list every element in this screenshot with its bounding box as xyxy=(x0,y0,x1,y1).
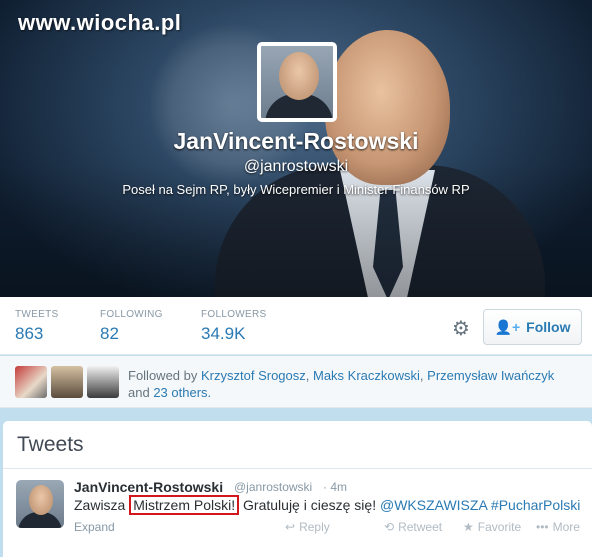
gear-icon[interactable]: ⚙ xyxy=(451,319,471,339)
tweet-author[interactable]: JanVincent-Rostowski xyxy=(74,479,223,495)
expand-link[interactable]: Expand xyxy=(74,520,115,534)
retweet-button[interactable]: ⟲ Retweet xyxy=(384,520,442,534)
tweet-time[interactable]: · 4m xyxy=(323,480,347,494)
reply-icon: ↩ xyxy=(285,520,296,534)
star-icon: ★ xyxy=(463,520,474,534)
tweet-hashtag-link[interactable]: #PucharPolski xyxy=(491,497,581,513)
stat-followers[interactable]: FOLLOWERS 34.9K xyxy=(201,309,267,344)
follower-avatar[interactable] xyxy=(51,366,83,398)
stat-value: 863 xyxy=(15,324,44,343)
follower-avatar[interactable] xyxy=(15,366,47,398)
tweet-avatar[interactable] xyxy=(16,480,64,528)
profile-header: www.wiocha.pl JanVincent-Rostowski @janr… xyxy=(0,0,592,297)
follower-link[interactable]: Krzysztof Srogosz xyxy=(201,368,306,383)
tweets-panel: Tweets JanVincent-Rostowski @janrostowsk… xyxy=(3,421,592,557)
watermark: www.wiocha.pl xyxy=(18,10,182,35)
reply-button[interactable]: ↩ Reply xyxy=(285,520,330,534)
profile-bio: Poseł na Sejm RP, były Wicepremier i Min… xyxy=(122,182,470,197)
add-user-icon: 👤+ xyxy=(494,318,521,335)
stat-label: FOLLOWERS xyxy=(201,309,267,320)
stat-label: TWEETS xyxy=(15,309,59,320)
follower-avatar[interactable] xyxy=(87,366,119,398)
follower-link[interactable]: Maks Kraczkowski xyxy=(313,368,420,383)
follower-link[interactable]: Przemysław Iwańczyk xyxy=(427,368,554,383)
profile-name: JanVincent-Rostowski xyxy=(173,128,419,154)
profile-handle: @janrostowski xyxy=(243,158,349,175)
followed-by-bar: Followed by Krzysztof Srogosz, Maks Krac… xyxy=(0,356,592,408)
stat-label: FOLLOWING xyxy=(100,309,163,320)
followers-others-link[interactable]: 23 others. xyxy=(153,385,211,400)
profile-avatar[interactable] xyxy=(257,42,337,122)
more-button[interactable]: ••• More xyxy=(536,520,580,534)
retweet-icon: ⟲ xyxy=(384,520,395,534)
tweets-heading: Tweets xyxy=(17,433,84,456)
tweet-text: Zawisza Mistrzem Polski! Gratuluję i cie… xyxy=(74,495,581,515)
stat-tweets[interactable]: TWEETS 863 xyxy=(15,309,58,344)
stat-following[interactable]: FOLLOWING 82 xyxy=(100,309,163,344)
more-icon: ••• xyxy=(536,520,549,534)
favorite-button[interactable]: ★ Favorite xyxy=(463,520,521,534)
followed-by-text: Followed by Krzysztof Srogosz, Maks Krac… xyxy=(128,368,555,400)
highlighted-phrase: Mistrzem Polski! xyxy=(129,495,240,515)
follow-button-label: Follow xyxy=(526,319,571,335)
tweet-mention-link[interactable]: @WKSZAWISZA xyxy=(380,497,487,513)
stat-value: 34.9K xyxy=(201,324,246,343)
follow-button[interactable]: 👤+ Follow xyxy=(483,309,582,345)
stat-value: 82 xyxy=(100,324,119,343)
tweet-handle[interactable]: @janrostowski xyxy=(234,480,312,494)
